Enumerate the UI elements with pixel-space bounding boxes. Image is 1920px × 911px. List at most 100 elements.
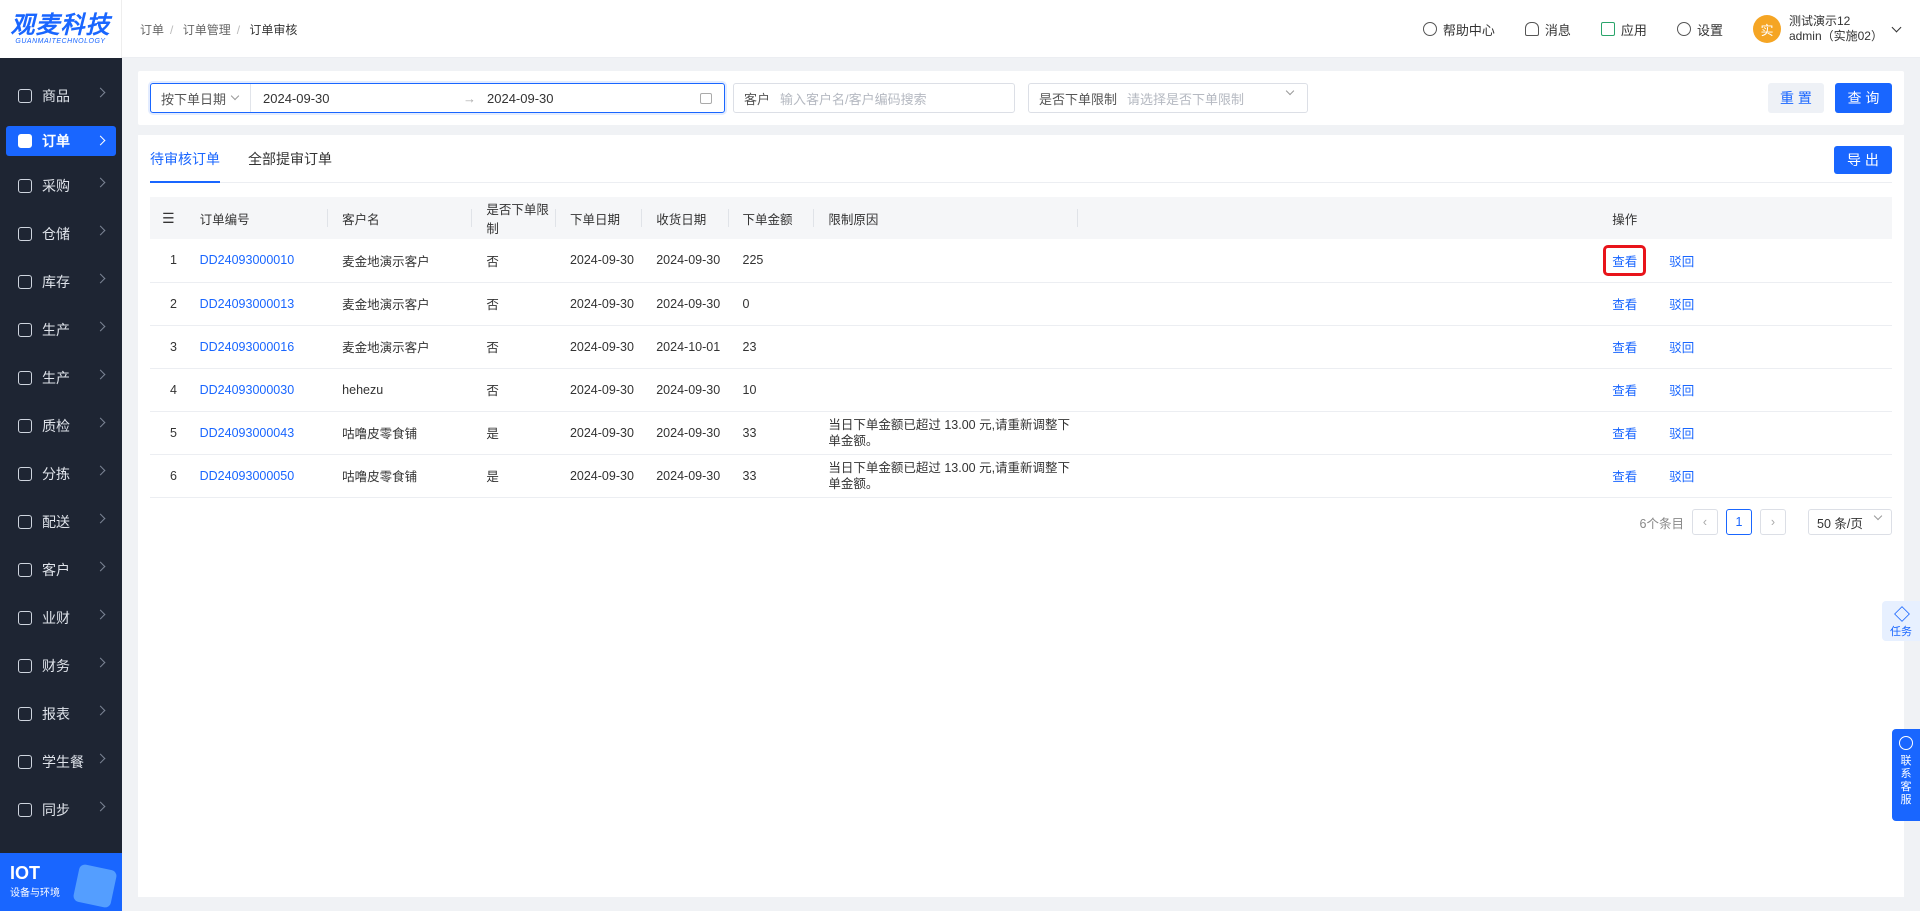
order-date: 2024-09-30	[555, 282, 643, 326]
receive-date: 2024-09-30	[642, 239, 729, 283]
warehouse-icon	[18, 227, 32, 241]
messages-label: 消息	[1544, 22, 1571, 38]
page-number[interactable]: 1	[1726, 509, 1752, 535]
chevron-right-icon	[95, 321, 106, 332]
reject-button[interactable]: 驳回	[1663, 248, 1700, 273]
limit-reason-cell	[814, 325, 1079, 369]
sidebar-item-warehouse[interactable]: 仓储	[0, 210, 122, 258]
table-row: 5 DD24093000043 咕噜皮零食铺是 2024-09-30 2024-09-3…	[150, 411, 1892, 455]
sidebar-item-label: 业财	[42, 610, 70, 626]
order-date: 2024-09-30	[555, 454, 643, 498]
chart-icon	[18, 611, 32, 625]
chevron-right-icon	[95, 561, 106, 572]
apps-button[interactable]: 应用	[1600, 20, 1647, 39]
sidebar-item-quality[interactable]: 质检	[0, 402, 122, 450]
total-count: 6个条目	[1639, 516, 1684, 531]
row-operations: 查看 驳回	[1612, 291, 1892, 316]
user-menu[interactable]: 实 测试演示12 admin（实施02）	[1752, 14, 1902, 44]
order-number-link[interactable]: DD24093000030	[185, 368, 329, 412]
chevron-down-icon	[1285, 86, 1295, 96]
view-button[interactable]: 查看	[1606, 420, 1643, 445]
customer-name: 麦金地演示客户	[328, 282, 473, 326]
prev-page-button[interactable]: ‹	[1692, 509, 1718, 535]
customer-search-input[interactable]: 输入客户名/客户编码搜索	[780, 89, 927, 108]
sidebar-item-finance[interactable]: 财务	[0, 642, 122, 690]
sidebar-item-orders[interactable]: 订单	[6, 126, 116, 156]
sidebar-item-delivery[interactable]: 配送	[0, 498, 122, 546]
reject-button[interactable]: 驳回	[1663, 463, 1700, 488]
chevron-right-icon	[95, 657, 106, 668]
basket-icon	[18, 179, 32, 193]
table-row: 2 DD24093000013 麦金地演示客户否 2024-09-30 2024-09-…	[150, 282, 1892, 326]
chevron-right-icon	[95, 513, 106, 524]
page-size-select[interactable]: 50 条/页	[1808, 509, 1892, 535]
order-number-link[interactable]: DD24093000043	[185, 411, 329, 455]
sidebar-item-sync[interactable]: 同步	[0, 786, 122, 834]
date-end-input[interactable]: 2024-09-30	[487, 91, 687, 106]
sidebar-item-purchase[interactable]: 采购	[0, 162, 122, 210]
view-button[interactable]: 查看	[1606, 334, 1643, 359]
logo[interactable]: 观麦科技 GUANMAITECHNOLOGY	[0, 0, 122, 58]
settings-button[interactable]: 设置	[1676, 20, 1723, 39]
column-settings-header[interactable]: ☰	[150, 197, 186, 239]
tab-all-submitted[interactable]: 全部提审订单	[248, 135, 332, 182]
sidebar-item-business-finance[interactable]: 业财	[0, 594, 122, 642]
reject-button[interactable]: 驳回	[1663, 377, 1700, 402]
date-type-select[interactable]: 按下单日期	[151, 84, 251, 112]
chevron-right-icon	[95, 87, 106, 98]
breadcrumb-item[interactable]: 订单管理	[183, 23, 231, 37]
calendar-icon[interactable]	[700, 93, 712, 104]
spacer-cell	[1078, 368, 1613, 412]
messages-button[interactable]: 消息	[1524, 20, 1571, 39]
sidebar-item-student-meal[interactable]: 学生餐	[0, 738, 122, 786]
view-button[interactable]: 查看	[1606, 291, 1643, 316]
order-number-link[interactable]: DD24093000016	[185, 325, 329, 369]
order-amount: 10	[728, 368, 815, 412]
reject-button[interactable]: 驳回	[1663, 291, 1700, 316]
order-date: 2024-09-30	[555, 325, 643, 369]
chevron-right-icon	[95, 273, 106, 284]
view-button[interactable]: 查看	[1606, 463, 1643, 488]
breadcrumb-item[interactable]: 订单	[140, 23, 164, 37]
sidebar-item-production-1[interactable]: 生产	[0, 306, 122, 354]
customer-name: 麦金地演示客户	[328, 325, 473, 369]
limit-reason-cell: 当日下单金额已超过 13.00 元,请重新调整下单金额。	[814, 411, 1079, 455]
order-limit-filter[interactable]: 是否下单限制 请选择是否下单限制	[1028, 83, 1308, 113]
spacer-cell	[1078, 454, 1613, 498]
sidebar-item-production-2[interactable]: 生产	[0, 354, 122, 402]
top-header: 订单 / 订单管理 / 订单审核 帮助中心 消息 应用 设置 实 测试演示12 ad…	[122, 0, 1920, 58]
sidebar-item-sorting[interactable]: 分拣	[0, 450, 122, 498]
customer-filter[interactable]: 客户 输入客户名/客户编码搜索	[733, 83, 1015, 113]
order-limit-select[interactable]: 请选择是否下单限制	[1127, 89, 1244, 108]
order-number-link[interactable]: DD24093000050	[185, 454, 329, 498]
column-header-spacer	[1078, 197, 1613, 239]
next-page-button[interactable]: ›	[1760, 509, 1786, 535]
reset-button[interactable]: 重 置	[1768, 83, 1824, 113]
order-number-link[interactable]: DD24093000010	[185, 239, 329, 283]
sidebar-item-goods[interactable]: 商品	[0, 72, 122, 120]
sidebar-item-customer[interactable]: 客户	[0, 546, 122, 594]
reject-button[interactable]: 驳回	[1663, 334, 1700, 359]
date-start-input[interactable]: 2024-09-30	[263, 91, 463, 106]
spacer-cell	[1078, 239, 1613, 283]
logo-subtext: GUANMAITECHNOLOGY	[15, 38, 106, 45]
download-app-icon	[1600, 22, 1615, 36]
sidebar-item-reports[interactable]: 报表	[0, 690, 122, 738]
help-icon	[1422, 22, 1437, 36]
view-button[interactable]: 查看	[1603, 244, 1647, 276]
goods-icon	[18, 89, 32, 103]
reject-button[interactable]: 驳回	[1663, 420, 1700, 445]
iot-entry[interactable]: IOT 设备与环境	[0, 853, 122, 911]
export-button[interactable]: 导 出	[1834, 146, 1892, 174]
sidebar-item-inventory[interactable]: 库存	[0, 258, 122, 306]
query-button[interactable]: 查 询	[1835, 83, 1892, 113]
task-float-button[interactable]: 任务	[1882, 601, 1920, 641]
user-account: admin（实施02）	[1788, 29, 1883, 43]
tab-pending-review[interactable]: 待审核订单	[150, 135, 220, 183]
view-button[interactable]: 查看	[1606, 377, 1643, 402]
order-number-link[interactable]: DD24093000013	[185, 282, 329, 326]
operations-cell: 查看 驳回	[1612, 368, 1892, 412]
help-center-button[interactable]: 帮助中心	[1422, 20, 1495, 39]
column-header: 下单日期	[555, 197, 643, 239]
customer-service-float-button[interactable]: 联系客服	[1892, 729, 1920, 821]
